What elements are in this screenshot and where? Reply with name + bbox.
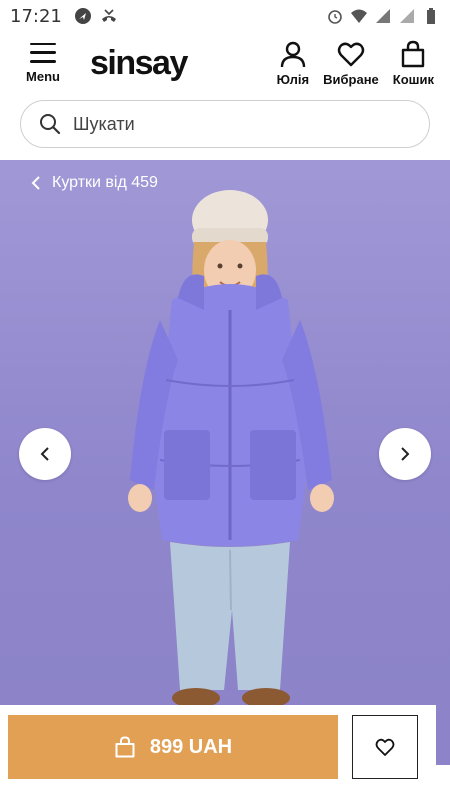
menu-button[interactable]: Menu <box>16 42 70 84</box>
search-bar[interactable] <box>20 100 430 148</box>
chevron-right-icon <box>401 447 410 461</box>
missed-call-icon <box>100 7 118 25</box>
product-photo <box>128 190 334 705</box>
shopping-bag-icon <box>115 736 135 758</box>
alarm-icon <box>326 7 344 25</box>
menu-label: Menu <box>26 68 60 84</box>
chevron-left-icon <box>40 447 49 461</box>
signal-icon-2 <box>398 7 416 25</box>
add-to-favorites-button[interactable] <box>352 715 418 779</box>
carousel-next-button[interactable] <box>379 428 431 480</box>
account-button[interactable]: Юлія <box>276 40 310 87</box>
price-label: 899 UAH <box>149 735 233 758</box>
heart-icon <box>337 42 365 66</box>
navigation-icon <box>74 7 92 25</box>
favorites-label: Вибране <box>323 71 379 87</box>
hamburger-icon <box>30 42 56 63</box>
cart-button[interactable]: Кошик <box>393 40 434 87</box>
status-bar: 17:21 <box>0 0 450 32</box>
account-label: Юлія <box>276 71 310 87</box>
status-time: 17:21 <box>10 5 62 27</box>
add-to-cart-button[interactable]: 899 UAH <box>8 715 338 779</box>
bottom-action-bar: 899 UAH <box>0 705 450 800</box>
site-header: Menu sinsay Юлія Вибране Кошик <box>0 32 450 94</box>
cart-label: Кошик <box>392 71 434 87</box>
user-icon <box>280 41 306 67</box>
favorites-button[interactable]: Вибране <box>323 40 379 87</box>
carousel-prev-button[interactable] <box>19 428 71 480</box>
search-icon <box>40 114 61 135</box>
chevron-left-icon <box>31 176 40 190</box>
heart-icon <box>375 738 395 756</box>
brand-logo[interactable]: sinsay <box>90 46 188 80</box>
battery-icon <box>422 7 440 25</box>
wifi-icon <box>350 7 368 25</box>
shopping-bag-icon <box>402 40 425 67</box>
product-gallery: Куртки від 459 <box>0 160 450 705</box>
search-input[interactable] <box>73 113 411 135</box>
signal-icon <box>374 7 392 25</box>
gallery-edge <box>436 705 450 765</box>
